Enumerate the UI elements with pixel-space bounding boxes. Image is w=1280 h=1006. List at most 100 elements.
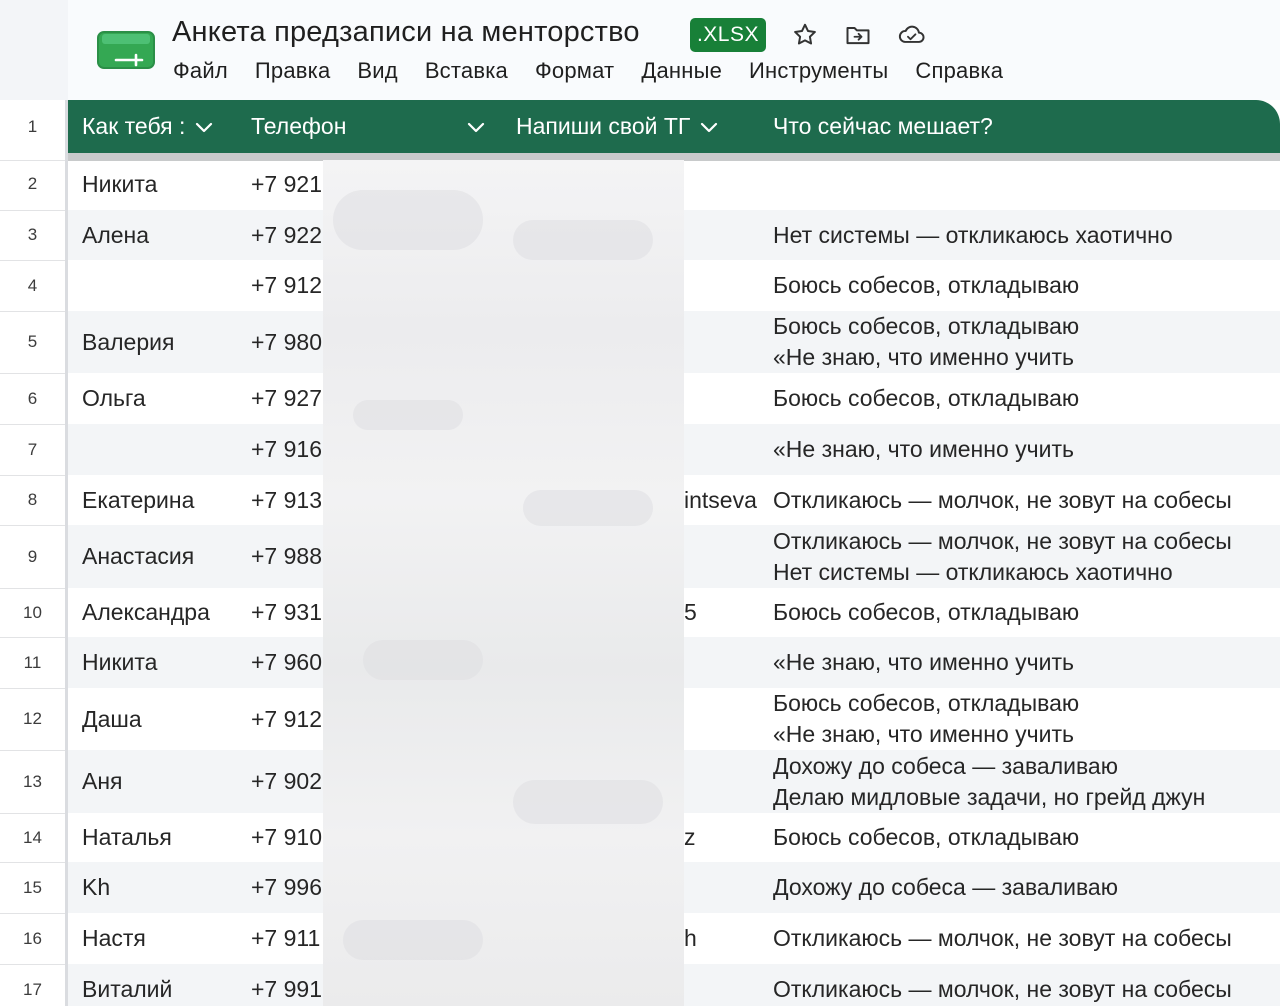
row-number[interactable]: 6 [0, 373, 65, 424]
cell-problem[interactable]: Боюсь собесов, откладываю [773, 588, 1280, 637]
cell-telegram[interactable]: 5 [684, 588, 774, 637]
cell-telegram[interactable] [684, 158, 774, 210]
row-number[interactable]: 13 [0, 750, 65, 813]
menu-tools[interactable]: Инструменты [749, 58, 888, 84]
cell-telegram[interactable]: intseva [684, 475, 774, 525]
problem-line: «Не знаю, что именно учить [773, 721, 1074, 747]
chevron-down-icon[interactable] [195, 113, 213, 140]
cell-telegram[interactable] [684, 373, 774, 424]
menu-help[interactable]: Справка [915, 58, 1003, 84]
cell-problem[interactable]: Боюсь собесов, откладываю [773, 260, 1280, 311]
chevron-down-icon[interactable] [467, 113, 485, 140]
cell-problem[interactable]: «Не знаю, что именно учить [773, 637, 1280, 688]
cell-problem[interactable]: Откликаюсь — молчок, не зовут на собесы [773, 475, 1280, 525]
menu-file[interactable]: Файл [173, 58, 228, 84]
row-number[interactable]: 7 [0, 424, 65, 475]
move-to-folder-icon[interactable] [843, 20, 873, 50]
cell-problem[interactable]: Откликаюсь — молчок, не зовут на собесы [773, 913, 1280, 964]
file-format-badge: .XLSX [690, 18, 766, 52]
menu-format[interactable]: Формат [535, 58, 614, 84]
row-number[interactable]: 12 [0, 688, 65, 750]
sheets-logo-icon[interactable] [96, 28, 156, 72]
star-icon[interactable] [790, 20, 820, 50]
cell-telegram[interactable] [684, 525, 774, 588]
cell-telegram[interactable] [684, 688, 774, 750]
row-number[interactable]: 17 [0, 964, 65, 1006]
cell-telegram[interactable] [684, 750, 774, 813]
cell-telegram[interactable]: z [684, 813, 774, 862]
cell-name[interactable]: Даша [82, 688, 247, 750]
cell-problem[interactable]: Дохожу до собеса — заваливаю [773, 862, 1280, 913]
document-title[interactable]: Анкета предзаписи на менторство [172, 16, 640, 49]
cell-telegram[interactable] [684, 424, 774, 475]
cell-telegram[interactable] [684, 862, 774, 913]
cell-name[interactable]: Алена [82, 210, 247, 260]
cell-problem[interactable]: «Не знаю, что именно учить [773, 424, 1280, 475]
cell-telegram[interactable] [684, 964, 774, 1006]
cell-name[interactable]: Kh [82, 862, 247, 913]
cell-telegram[interactable] [684, 210, 774, 260]
row-number[interactable]: 2 [0, 158, 65, 210]
cell-problem[interactable]: Боюсь собесов, откладываю [773, 813, 1280, 862]
cell-name[interactable]: Наталья [82, 813, 247, 862]
cell-problem[interactable]: Дохожу до собеса — заваливаю Делаю мидлов… [773, 750, 1280, 813]
blur-smear [333, 190, 483, 250]
row-number[interactable]: 16 [0, 913, 65, 964]
cell-name[interactable]: Екатерина [82, 475, 247, 525]
row-number-column: 1 2 3 4 5 6 7 8 9 10 11 12 13 14 15 16 17 [0, 100, 68, 1006]
cell-name[interactable]: Настя [82, 913, 247, 964]
cloud-status-icon[interactable] [897, 20, 927, 50]
column-header-name[interactable]: Как тебя : [82, 100, 213, 153]
menu-data[interactable]: Данные [641, 58, 722, 84]
menu-view[interactable]: Вид [357, 58, 397, 84]
menu-edit[interactable]: Правка [255, 58, 331, 84]
chevron-down-icon[interactable] [700, 113, 718, 140]
column-header-problem[interactable]: Что сейчас мешает? [773, 100, 993, 153]
cell-problem[interactable]: Боюсь собесов, откладываю «Не знаю, что и… [773, 688, 1280, 750]
cell-problem[interactable]: Боюсь собесов, откладываю «Не знаю, что и… [773, 311, 1280, 373]
menu-insert[interactable]: Вставка [425, 58, 508, 84]
problem-line: Откликаюсь — молчок, не зовут на собесы [773, 486, 1232, 513]
cell-name[interactable]: Анастасия [82, 525, 247, 588]
problem-line: Боюсь собесов, откладываю [773, 690, 1080, 716]
column-header-telegram[interactable]: Напиши свой ТГ [516, 100, 718, 153]
cell-problem[interactable]: Боюсь собесов, откладываю [773, 373, 1280, 424]
cell-name[interactable]: Никита [82, 637, 247, 688]
cell-name[interactable]: Ольга [82, 373, 247, 424]
row-number[interactable]: 8 [0, 475, 65, 525]
cell-telegram[interactable]: h [684, 913, 774, 964]
cell-telegram[interactable] [684, 260, 774, 311]
cell-telegram[interactable] [684, 637, 774, 688]
cell-problem[interactable] [773, 158, 1280, 210]
problem-line: Боюсь собесов, откладываю [773, 272, 1080, 298]
cell-name[interactable]: Виталий [82, 964, 247, 1006]
cell-telegram[interactable] [684, 311, 774, 373]
row-number[interactable]: 14 [0, 813, 65, 862]
cell-problem[interactable]: Откликаюсь — молчок, не зовут на собесы [773, 964, 1280, 1006]
problem-line: Откликаюсь — молчок, не зовут на собесы [773, 976, 1232, 1002]
cell-name[interactable]: Александра [82, 588, 247, 637]
blur-smear [513, 220, 653, 260]
column-header-phone[interactable]: Телефон [251, 100, 485, 153]
problem-line: «Не знаю, что именно учить [773, 649, 1074, 675]
cell-name[interactable]: Аня [82, 750, 247, 813]
cell-name[interactable] [82, 424, 247, 475]
row-number[interactable]: 5 [0, 311, 65, 373]
row-number[interactable]: 15 [0, 862, 65, 913]
problem-line: Боюсь собесов, откладываю [773, 824, 1080, 850]
cell-problem[interactable]: Нет системы — откликаюсь хаотично [773, 210, 1280, 260]
column-header-name-label: Как тебя : [82, 113, 186, 139]
row-number-header[interactable]: 1 [0, 100, 65, 153]
row-number[interactable]: 3 [0, 210, 65, 260]
row-number[interactable]: 10 [0, 588, 65, 637]
problem-line: Откликаюсь — молчок, не зовут на собесы [773, 527, 1232, 554]
row-number[interactable]: 11 [0, 637, 65, 688]
row-number[interactable]: 4 [0, 260, 65, 311]
row-number[interactable]: 9 [0, 525, 65, 588]
cell-name[interactable] [82, 260, 247, 311]
table-header-row: Как тебя : Телефон Напиши свой ТГ Что се… [68, 100, 1280, 153]
cell-name[interactable]: Никита [82, 158, 247, 210]
cell-name[interactable]: Валерия [82, 311, 247, 373]
problem-line: Делаю мидловые задачи, но грейд джун [773, 783, 1206, 810]
cell-problem[interactable]: Откликаюсь — молчок, не зовут на собесы Н… [773, 525, 1280, 588]
